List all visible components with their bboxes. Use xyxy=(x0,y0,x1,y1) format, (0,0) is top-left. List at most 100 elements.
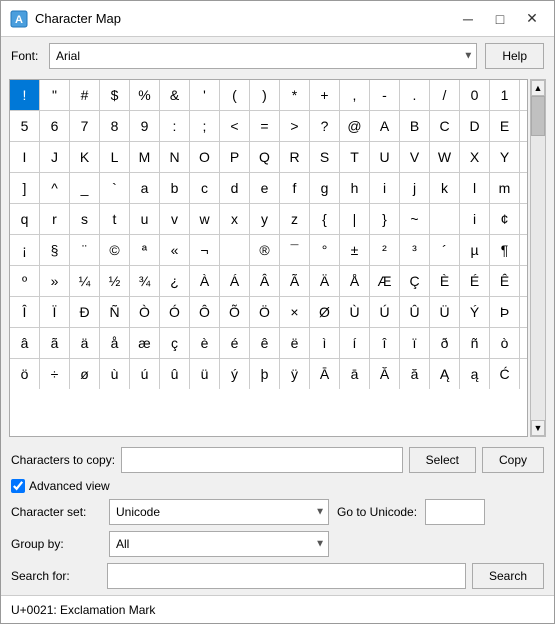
char-cell[interactable]: { xyxy=(310,204,340,234)
char-cell[interactable]: = xyxy=(250,111,280,141)
char-cell[interactable]: é xyxy=(220,328,250,358)
char-cell[interactable]: © xyxy=(100,235,130,265)
char-cell[interactable]: % xyxy=(130,80,160,110)
advanced-view-checkbox[interactable] xyxy=(11,479,25,493)
char-cell[interactable]: } xyxy=(370,204,400,234)
char-cell[interactable]: º xyxy=(10,266,40,296)
char-cell[interactable]: < xyxy=(220,111,250,141)
char-cell[interactable]: R xyxy=(280,142,310,172)
char-cell[interactable]: + xyxy=(310,80,340,110)
char-cell[interactable]: µ xyxy=(460,235,490,265)
char-cell[interactable]: ¡ xyxy=(10,235,40,265)
char-cell[interactable]: ° xyxy=(310,235,340,265)
char-cell[interactable]: _ xyxy=(70,173,100,203)
char-cell[interactable]: 5 xyxy=(10,111,40,141)
char-cell[interactable]: É xyxy=(460,266,490,296)
scroll-thumb[interactable] xyxy=(531,96,545,136)
char-cell[interactable]: j xyxy=(400,173,430,203)
char-cell[interactable]: i xyxy=(370,173,400,203)
char-cell[interactable]: - xyxy=(370,80,400,110)
char-cell[interactable]: Å xyxy=(340,266,370,296)
char-cell[interactable]: Ā xyxy=(310,359,340,389)
char-cell[interactable]: ` xyxy=(100,173,130,203)
char-cell[interactable]: 1 xyxy=(490,80,520,110)
close-button[interactable]: ✕ xyxy=(518,7,546,31)
char-cell[interactable]: ú xyxy=(130,359,160,389)
char-cell[interactable]: ß xyxy=(520,297,528,327)
char-cell[interactable]: Ó xyxy=(160,297,190,327)
char-cell[interactable]: î xyxy=(370,328,400,358)
char-cell[interactable]: ó xyxy=(520,328,528,358)
search-button[interactable]: Search xyxy=(472,563,544,589)
char-cell[interactable]: e xyxy=(250,173,280,203)
char-cell[interactable]: ý xyxy=(220,359,250,389)
char-cell[interactable]: · xyxy=(520,235,528,265)
char-cell[interactable]: Ã xyxy=(280,266,310,296)
char-cell[interactable]: ï xyxy=(400,328,430,358)
maximize-button[interactable]: □ xyxy=(486,7,514,31)
char-cell[interactable]: u xyxy=(130,204,160,234)
character-set-select[interactable]: Unicode Windows: Western DOS: Latin US xyxy=(109,499,329,525)
char-cell[interactable]: 6 xyxy=(40,111,70,141)
char-cell[interactable]: ò xyxy=(490,328,520,358)
char-cell[interactable]: û xyxy=(160,359,190,389)
char-cell[interactable]: ! xyxy=(10,80,40,110)
char-cell[interactable]: À xyxy=(190,266,220,296)
char-cell[interactable]: ë xyxy=(280,328,310,358)
char-cell[interactable]: » xyxy=(40,266,70,296)
char-cell[interactable]: Ñ xyxy=(100,297,130,327)
char-cell[interactable]: Ä xyxy=(310,266,340,296)
char-cell[interactable]: B xyxy=(400,111,430,141)
char-cell[interactable]: ć xyxy=(520,359,528,389)
search-input[interactable] xyxy=(107,563,466,589)
char-cell[interactable]: 8 xyxy=(100,111,130,141)
char-cell[interactable]: Î xyxy=(10,297,40,327)
char-cell[interactable]: b xyxy=(160,173,190,203)
char-cell[interactable]: ² xyxy=(370,235,400,265)
char-cell[interactable]: Ă xyxy=(370,359,400,389)
char-cell[interactable]: í xyxy=(340,328,370,358)
char-cell[interactable]: * xyxy=(280,80,310,110)
char-cell[interactable]: × xyxy=(280,297,310,327)
char-cell[interactable]: Æ xyxy=(370,266,400,296)
char-cell[interactable]: 9 xyxy=(130,111,160,141)
char-cell[interactable]: l xyxy=(460,173,490,203)
char-cell[interactable]: Ù xyxy=(340,297,370,327)
char-cell[interactable]: y xyxy=(250,204,280,234)
char-cell[interactable]: £ xyxy=(520,204,528,234)
char-cell[interactable]: . xyxy=(400,80,430,110)
char-cell[interactable]: 2 xyxy=(520,80,528,110)
char-cell[interactable]: F xyxy=(520,111,528,141)
char-cell[interactable]: V xyxy=(400,142,430,172)
char-cell[interactable]: ® xyxy=(250,235,280,265)
char-cell[interactable]: i xyxy=(460,204,490,234)
char-cell[interactable]: è xyxy=(190,328,220,358)
char-cell[interactable]: / xyxy=(430,80,460,110)
char-cell[interactable]: Ö xyxy=(250,297,280,327)
char-cell[interactable]: ą xyxy=(460,359,490,389)
char-cell[interactable]: æ xyxy=(130,328,160,358)
char-cell[interactable]: È xyxy=(430,266,460,296)
char-cell[interactable]: 0 xyxy=(460,80,490,110)
char-cell[interactable]: ª xyxy=(130,235,160,265)
char-cell[interactable]: Y xyxy=(490,142,520,172)
char-cell[interactable]: n xyxy=(520,173,528,203)
char-cell[interactable]: ³ xyxy=(400,235,430,265)
char-cell[interactable]: ½ xyxy=(100,266,130,296)
char-cell[interactable]: ÷ xyxy=(40,359,70,389)
char-cell[interactable]: a xyxy=(130,173,160,203)
char-cell[interactable]: Ø xyxy=(310,297,340,327)
char-cell[interactable]: ) xyxy=(250,80,280,110)
char-cell[interactable]: ~ xyxy=(400,204,430,234)
char-cell[interactable]: P xyxy=(220,142,250,172)
char-cell[interactable]: Ð xyxy=(70,297,100,327)
char-cell[interactable]: ; xyxy=(190,111,220,141)
char-cell[interactable]: W xyxy=(430,142,460,172)
char-cell[interactable]: E xyxy=(490,111,520,141)
char-cell[interactable]: ø xyxy=(70,359,100,389)
char-cell[interactable]: ä xyxy=(70,328,100,358)
char-cell[interactable]: ö xyxy=(10,359,40,389)
char-cell[interactable]: S xyxy=(310,142,340,172)
char-cell[interactable]: Ç xyxy=(400,266,430,296)
char-cell[interactable]: ÿ xyxy=(280,359,310,389)
